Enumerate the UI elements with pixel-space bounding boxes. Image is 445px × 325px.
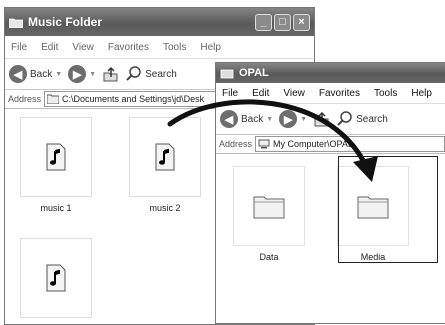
menu-file[interactable]: File <box>222 88 238 99</box>
title-bar[interactable]: Music Folder _ □ × <box>5 8 314 36</box>
file-item[interactable] <box>20 238 92 324</box>
window-title: OPAL <box>239 67 269 79</box>
file-label: music 1 <box>40 203 72 213</box>
file-thumbnail <box>20 117 92 197</box>
file-thumbnail <box>129 117 201 197</box>
chevron-down-icon[interactable]: ▼ <box>300 116 307 123</box>
file-item[interactable]: music 2 <box>129 117 201 213</box>
menu-view[interactable]: View <box>72 42 94 53</box>
menu-bar: File Edit View Favorites Tools Help <box>5 36 314 59</box>
file-item[interactable]: music 1 <box>20 117 92 213</box>
back-button[interactable]: Back <box>241 114 263 125</box>
search-label: Search <box>356 113 388 125</box>
music-file-icon <box>46 264 66 292</box>
menu-favorites[interactable]: Favorites <box>319 88 360 99</box>
chevron-down-icon[interactable]: ▼ <box>55 71 62 78</box>
menu-edit[interactable]: Edit <box>252 88 269 99</box>
menu-tools[interactable]: Tools <box>374 88 397 99</box>
folder-label: Data <box>259 252 279 262</box>
search-label: Search <box>145 68 177 80</box>
menu-tools[interactable]: Tools <box>163 42 186 53</box>
address-label: Address <box>8 94 42 104</box>
file-label: music 2 <box>149 203 181 213</box>
minimize-button[interactable]: _ <box>255 13 272 31</box>
address-path: My Computer\OPAL <box>273 139 353 149</box>
folder-icon <box>47 94 60 104</box>
selection-highlight <box>338 156 438 263</box>
folder-icon <box>9 18 23 28</box>
close-button[interactable]: × <box>293 13 310 31</box>
forward-arrow-icon[interactable]: ▶ <box>279 110 298 128</box>
folder-thumbnail <box>233 166 305 246</box>
address-path: C:\Documents and Settings\jd\Desk <box>62 94 205 104</box>
search-button[interactable]: Search <box>126 66 177 82</box>
folder-item[interactable]: Data <box>233 166 305 262</box>
window-title: Music Folder <box>28 15 103 29</box>
music-file-icon <box>155 143 175 171</box>
menu-bar: File Edit View Favorites Tools Help <box>216 83 445 104</box>
computer-icon <box>258 139 270 149</box>
title-bar[interactable]: OPAL <box>216 63 445 83</box>
menu-favorites[interactable]: Favorites <box>108 42 149 53</box>
search-icon <box>126 66 141 81</box>
maximize-button[interactable]: □ <box>274 13 291 31</box>
address-label: Address <box>219 139 253 149</box>
menu-help[interactable]: Help <box>200 42 221 53</box>
up-folder-icon[interactable] <box>102 65 120 83</box>
address-bar: Address My Computer\OPAL <box>216 135 445 154</box>
chevron-down-icon[interactable]: ▼ <box>266 116 273 123</box>
back-arrow-icon[interactable]: ◀ <box>220 110 238 128</box>
toolbar: ◀ Back ▼ ▶ ▼ Search <box>216 104 445 135</box>
music-file-icon <box>46 143 66 171</box>
chevron-down-icon[interactable]: ▼ <box>89 71 96 78</box>
opal-window: OPAL File Edit View Favorites Tools Help… <box>215 62 445 324</box>
folder-icon <box>253 196 285 219</box>
back-button[interactable]: Back <box>30 69 52 80</box>
menu-edit[interactable]: Edit <box>41 42 58 53</box>
back-arrow-icon[interactable]: ◀ <box>9 65 27 83</box>
menu-file[interactable]: File <box>11 42 27 53</box>
address-field[interactable]: My Computer\OPAL <box>255 136 445 152</box>
menu-help[interactable]: Help <box>411 88 432 99</box>
menu-view[interactable]: View <box>283 88 305 99</box>
search-icon <box>337 111 352 126</box>
drive-icon <box>220 69 234 78</box>
file-thumbnail <box>20 238 92 318</box>
forward-arrow-icon[interactable]: ▶ <box>68 65 87 83</box>
up-folder-icon[interactable] <box>313 110 331 128</box>
search-button[interactable]: Search <box>337 111 388 127</box>
